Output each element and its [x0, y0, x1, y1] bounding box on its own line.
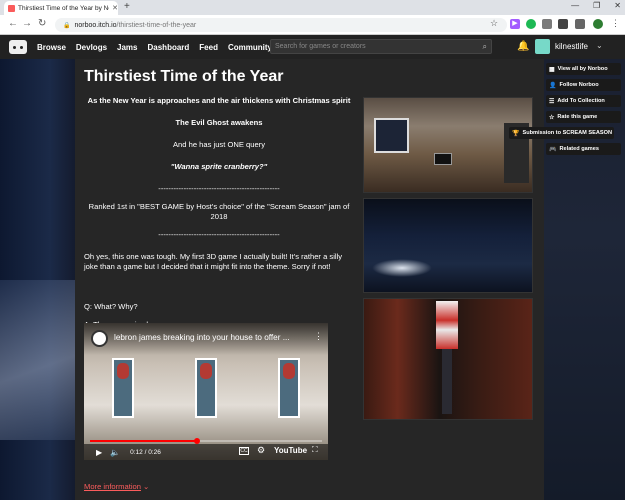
background-snow-art: [0, 280, 75, 440]
trophy-icon: 🏆: [512, 130, 520, 137]
forward-icon[interactable]: →: [22, 18, 32, 29]
submission-label: Submission to SCREAM SEASON: [522, 130, 612, 136]
nav-dashboard[interactable]: Dashboard: [148, 43, 190, 52]
embedded-youtube-video[interactable]: lebron james breaking into your house to…: [84, 323, 328, 460]
related-games-button[interactable]: 🎮 Related games: [546, 143, 621, 155]
nav-browse[interactable]: Browse: [37, 43, 66, 52]
search-placeholder: Search for games or creators: [275, 43, 366, 50]
video-menu-icon[interactable]: ⋮: [314, 331, 323, 342]
video-progress-bar[interactable]: [90, 438, 322, 444]
new-tab-icon[interactable]: +: [124, 1, 130, 12]
lock-icon: 🔒: [63, 22, 71, 29]
intro-line-1: As the New Year is approaches and the ai…: [87, 96, 351, 105]
avatar[interactable]: [535, 39, 550, 54]
search-input[interactable]: Search for games or creators ⌕: [270, 39, 492, 54]
star-icon: ☆: [549, 114, 555, 121]
browser-tab[interactable]: Thirstiest Time of the Year by No ✕: [4, 1, 118, 15]
extension-g-icon[interactable]: [526, 19, 536, 29]
video-progress-fill: [90, 440, 197, 442]
url-domain: norboo.itch.io: [74, 21, 117, 29]
divider-line-1: ----------------------------------------…: [158, 184, 280, 193]
fullscreen-icon[interactable]: ⛶: [312, 445, 318, 455]
youtube-logo[interactable]: YouTube: [274, 446, 307, 455]
intro-line-3: And he has just ONE query: [172, 140, 266, 149]
more-information-link[interactable]: More information ⌄: [84, 482, 149, 491]
view-all-button[interactable]: ▦ View all by Norboo: [546, 63, 621, 75]
video-title[interactable]: lebron james breaking into your house to…: [114, 333, 290, 342]
play-icon[interactable]: ▶: [96, 448, 102, 457]
follow-button[interactable]: 👤 Follow Norboo: [546, 79, 621, 91]
browser-tab-strip: Thirstiest Time of the Year by No ✕ + — …: [0, 0, 625, 15]
username[interactable]: kilnestlife: [555, 42, 588, 51]
nav-devlogs[interactable]: Devlogs: [76, 43, 107, 52]
itch-logo-icon[interactable]: [9, 40, 27, 54]
intro-line-2: The Evil Ghost awakens: [175, 118, 263, 127]
screenshot-3[interactable]: [363, 298, 533, 420]
extension-puzzle-icon[interactable]: [575, 19, 585, 29]
reload-icon[interactable]: ↻: [38, 18, 46, 29]
ranking-text: Ranked 1st in "BEST GAME by Host's choic…: [88, 202, 350, 221]
video-title-bar: lebron james breaking into your house to…: [84, 323, 328, 355]
extension-square-icon[interactable]: [558, 19, 568, 29]
add-to-collection-button[interactable]: ☰ Add To Collection: [546, 95, 621, 107]
site-top-nav: Browse Devlogs Jams Dashboard Feed Commu…: [0, 35, 625, 59]
channel-avatar-icon[interactable]: [91, 330, 108, 347]
add-collection-label: Add To Collection: [557, 98, 605, 104]
nav-jams[interactable]: Jams: [117, 43, 137, 52]
chevron-down-icon[interactable]: ⌄: [596, 41, 603, 50]
extension-play-icon[interactable]: ▶: [510, 19, 520, 29]
divider-line-2: ----------------------------------------…: [158, 230, 280, 239]
close-tab-icon[interactable]: ✕: [112, 4, 118, 12]
menu-kebab-icon[interactable]: ⋮: [611, 18, 620, 29]
extension-grey-icon[interactable]: [542, 19, 552, 29]
jam-submission-button[interactable]: 🏆 Submission to SCREAM SEASON: [509, 127, 614, 139]
notifications-bell-icon[interactable]: 🔔: [517, 41, 529, 52]
background-forest-art: [532, 59, 625, 500]
chevron-down-icon: ⌄: [142, 482, 150, 491]
view-all-label: View all by Norboo: [557, 66, 608, 72]
game-description: As the New Year is approaches and the ai…: [84, 96, 354, 342]
volume-icon[interactable]: 🔈: [110, 448, 120, 457]
bookmark-star-icon[interactable]: ☆: [490, 18, 498, 29]
add-user-icon: 👤: [549, 82, 557, 89]
back-icon[interactable]: ←: [8, 18, 18, 29]
more-information-label: More information: [84, 482, 141, 491]
list-add-icon: ☰: [549, 98, 555, 105]
url-path: /thirstiest-time-of-the-year: [116, 21, 197, 29]
gamepad-icon: 🎮: [549, 146, 557, 153]
rate-game-button[interactable]: ☆ Rate this game: [546, 111, 621, 123]
screenshot-1[interactable]: [363, 97, 533, 193]
address-bar-area: ← → ↻ 🔒 norboo.itch.io/thirstiest-time-o…: [0, 15, 625, 35]
follow-label: Follow Norboo: [559, 82, 599, 88]
intro-line-4: "Wanna sprite cranberry?": [170, 162, 268, 171]
nav-community[interactable]: Community: [228, 43, 272, 52]
profile-icon[interactable]: [593, 19, 603, 29]
settings-gear-icon[interactable]: ⚙: [257, 445, 265, 456]
grid-icon: ▦: [549, 66, 555, 73]
tab-title: Thirstiest Time of the Year by No: [18, 4, 110, 12]
captions-icon[interactable]: CC: [239, 447, 249, 455]
minimize-icon[interactable]: —: [571, 1, 579, 10]
page-title: Thirstiest Time of the Year: [84, 68, 284, 85]
related-label: Related games: [559, 146, 599, 152]
itch-favicon-icon: [8, 4, 15, 12]
screenshot-2[interactable]: [363, 198, 533, 293]
close-window-icon[interactable]: ✕: [614, 1, 621, 10]
search-icon[interactable]: ⌕: [483, 40, 487, 53]
window-controls: — ❐ ✕: [571, 1, 621, 10]
maximize-icon[interactable]: ❐: [593, 1, 600, 10]
video-time: 0:12 / 0:26: [130, 448, 161, 456]
description-paragraph: Oh yes, this one was tough. My first 3D …: [84, 252, 343, 271]
question-text: Q: What? Why?: [84, 302, 138, 311]
nav-feed[interactable]: Feed: [199, 43, 218, 52]
url-bar[interactable]: 🔒 norboo.itch.io/thirstiest-time-of-the-…: [55, 18, 507, 32]
video-controls: ▶ 🔈 0:12 / 0:26 CC ⚙ YouTube ⛶: [84, 444, 328, 460]
rate-label: Rate this game: [557, 114, 598, 120]
